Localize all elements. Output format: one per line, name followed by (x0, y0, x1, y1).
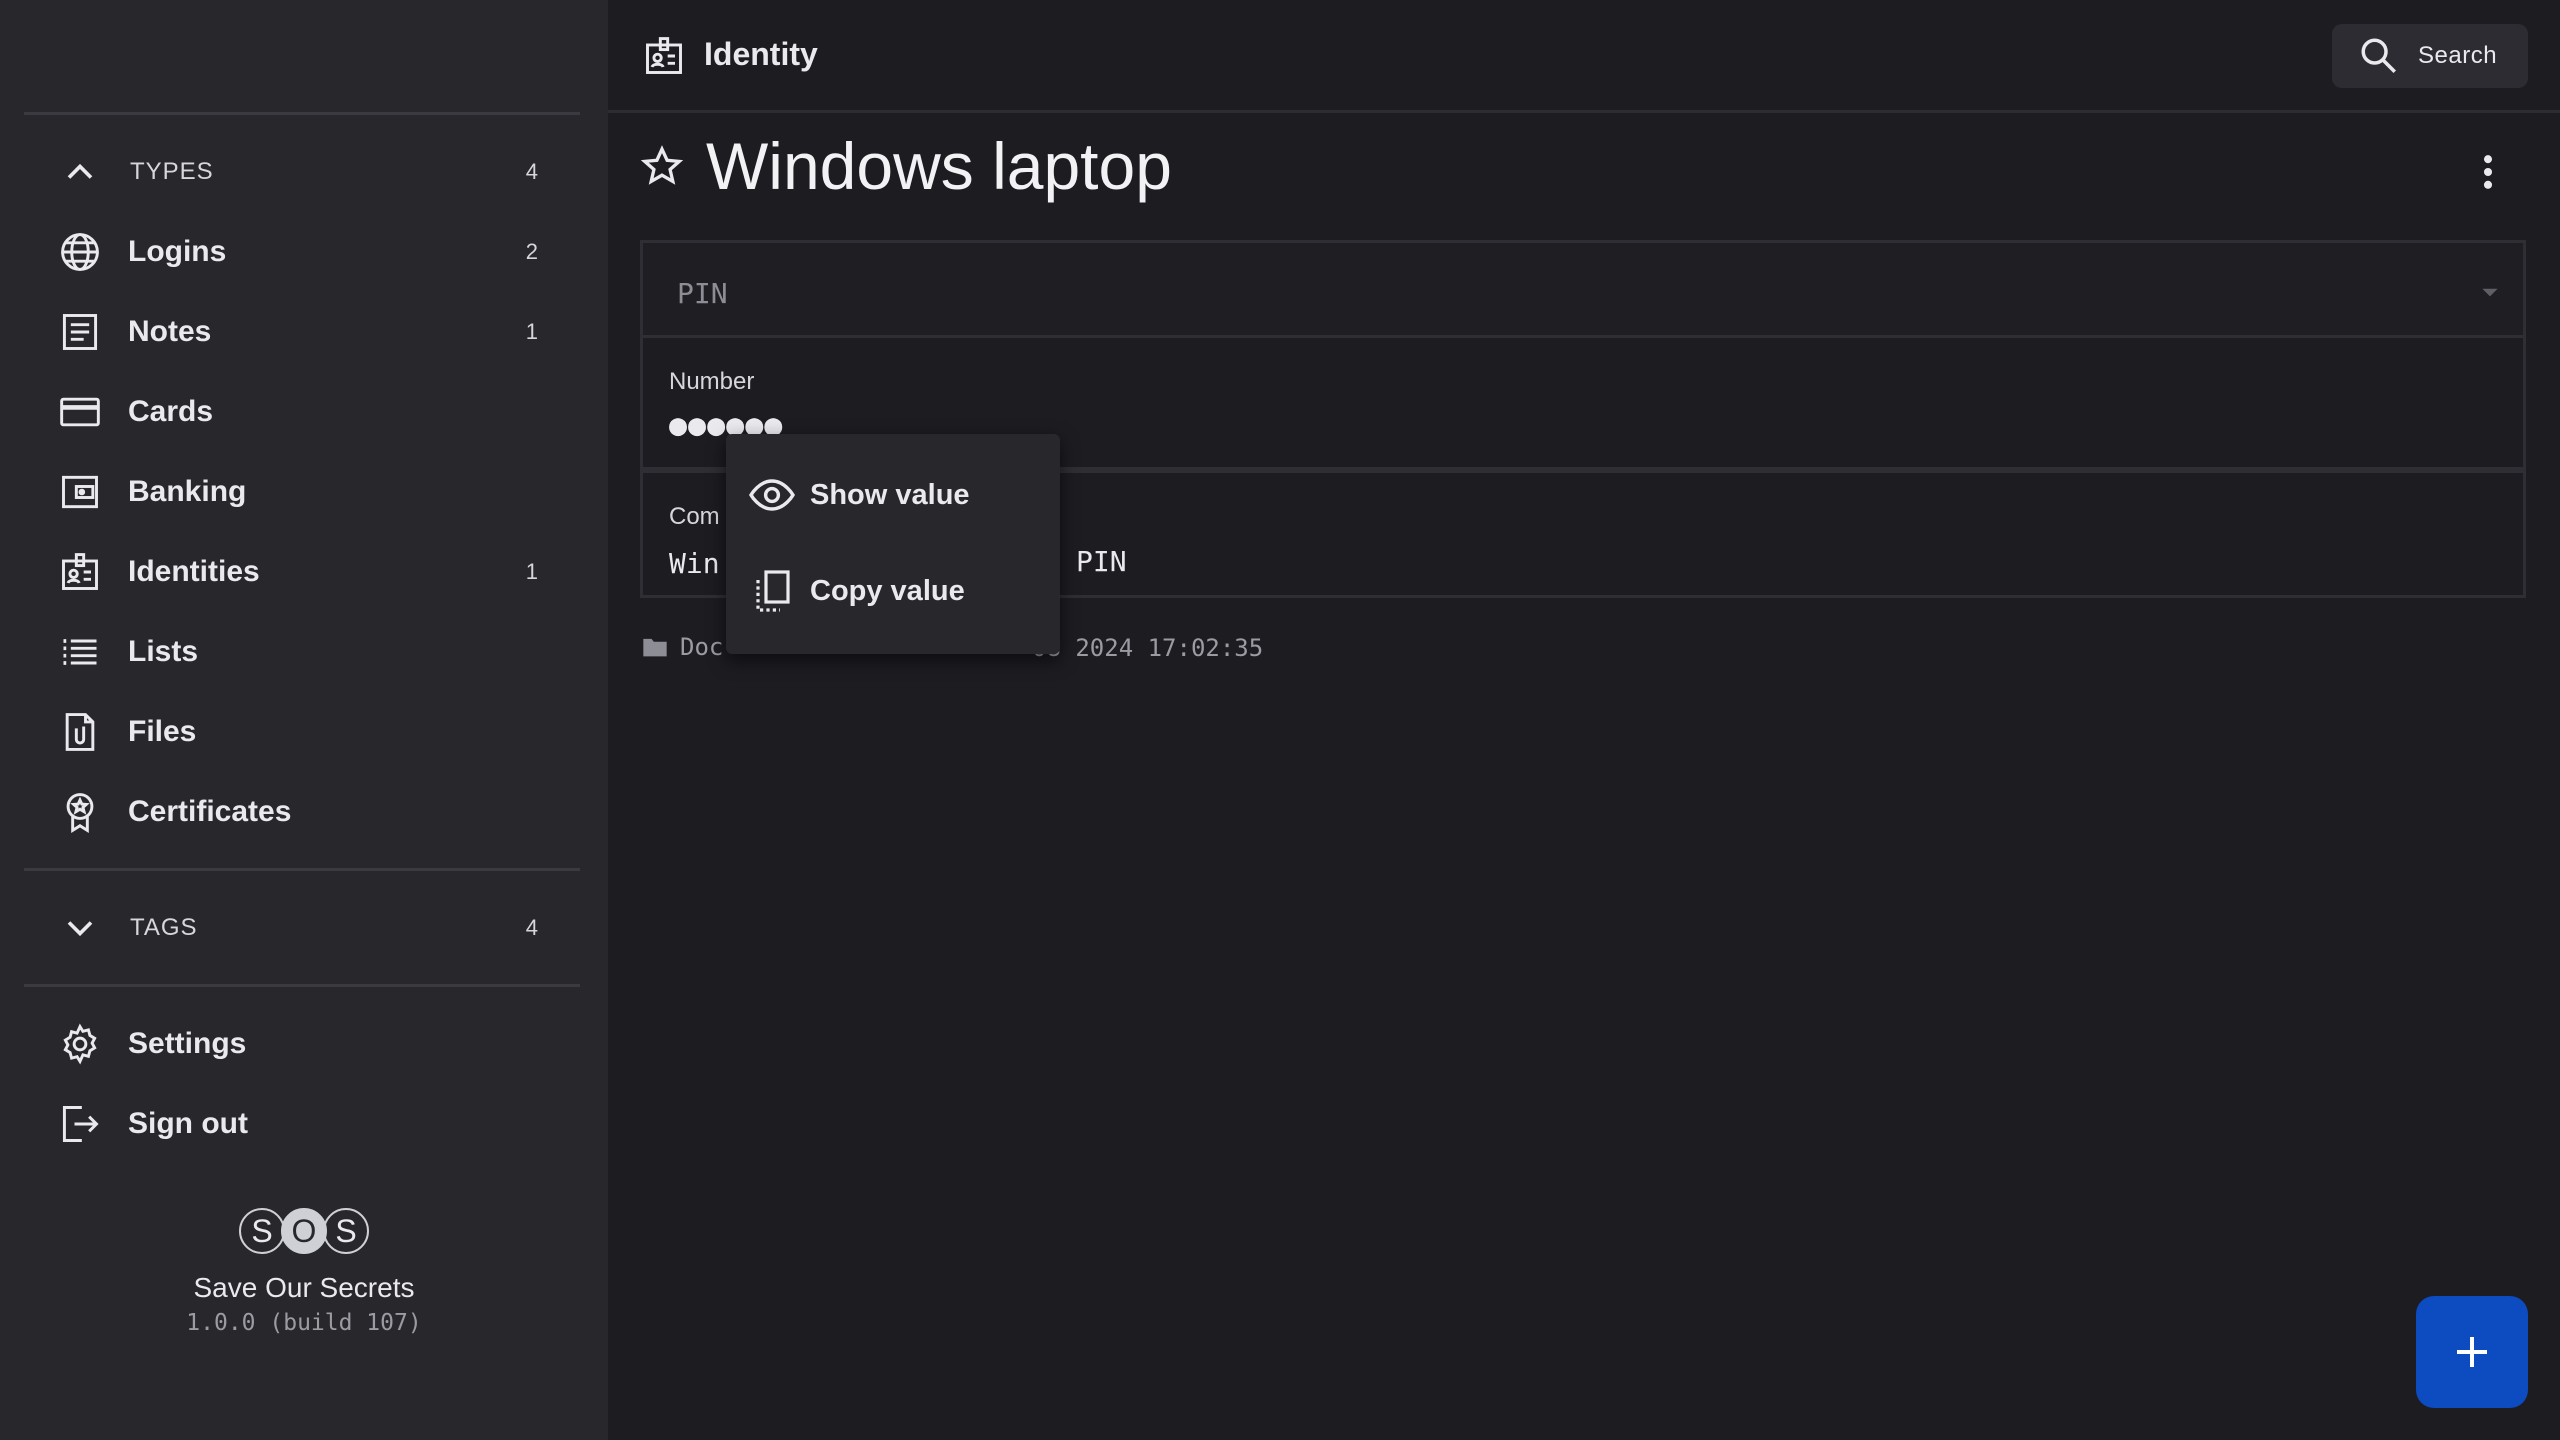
sidebar-divider (24, 112, 580, 115)
comment-field-value-tail: PIN (1076, 545, 1127, 578)
logo-letter: S (239, 1208, 285, 1254)
search-icon (2361, 38, 2396, 73)
sidebar-item-label: Certificates (128, 795, 292, 828)
gear-icon (63, 1023, 97, 1065)
page-title: Identity (704, 36, 818, 72)
folder-name[interactable]: Doc (680, 633, 723, 661)
eye-icon (749, 479, 795, 511)
sidebar-item-label: Lists (128, 635, 199, 668)
identity-kind-value: PIN (677, 277, 728, 310)
tags-section-label: TAGS (130, 914, 198, 941)
sidebar: TYPES 4 Logins 2 Notes 1 Cards Banking I… (0, 0, 608, 1440)
sidebar-item-logins[interactable]: Logins 2 (58, 222, 538, 282)
folder-icon (643, 638, 667, 657)
sidebar-item-lists[interactable]: Lists (58, 622, 538, 682)
types-section-toggle[interactable]: TYPES 4 (58, 148, 538, 196)
wallet-icon (62, 475, 98, 509)
logo-letter: O (281, 1208, 327, 1254)
sidebar-item-label: Banking (128, 475, 247, 508)
app-logo: S O S (0, 1208, 608, 1254)
identity-kind-select[interactable]: PIN (640, 240, 2526, 338)
number-field-label: Number (669, 368, 755, 395)
field-context-menu: Show value Copy value (726, 434, 1060, 654)
sidebar-item-count: 2 (525, 239, 538, 264)
sign-out-icon (62, 1106, 99, 1142)
list-icon (63, 639, 97, 665)
copy-icon (756, 570, 790, 612)
chevron-up-icon (67, 163, 93, 179)
modified-timestamp: 08 2024 17:02:35 (1032, 634, 1264, 662)
dropdown-arrow-icon (2482, 288, 2498, 297)
plus-icon (2457, 1337, 2487, 1367)
sidebar-item-identities[interactable]: Identities 1 (58, 542, 538, 602)
header: Identity Search (608, 0, 2560, 113)
sidebar-item-count: 1 (525, 319, 538, 344)
sidebar-item-label: Logins (128, 235, 227, 268)
sidebar-item-label: Cards (128, 395, 214, 428)
copy-value-label: Copy value (810, 574, 965, 607)
sidebar-item-banking[interactable]: Banking (58, 462, 538, 522)
copy-value-menu-item[interactable]: Copy value (748, 556, 1048, 626)
sidebar-item-count: 1 (525, 559, 538, 584)
record-meta: Doc (640, 630, 723, 664)
note-icon (62, 314, 98, 350)
comment-field-value: Win (669, 547, 720, 580)
certificate-icon (66, 793, 94, 833)
sidebar-item-sign-out[interactable]: Sign out (58, 1094, 538, 1154)
tags-section-count: 4 (525, 915, 538, 940)
add-item-button[interactable] (2416, 1296, 2528, 1408)
sidebar-item-settings[interactable]: Settings (58, 1014, 538, 1074)
comment-field-label: Com (669, 503, 720, 530)
show-value-label: Show value (810, 478, 970, 511)
brand: S O S Save Our Secrets 1.0.0 (build 107) (0, 1208, 608, 1336)
chevron-down-icon (67, 921, 93, 937)
record-title: Windows laptop (706, 129, 1172, 203)
sidebar-item-files[interactable]: Files (58, 702, 538, 762)
file-icon (65, 713, 95, 751)
id-card-icon (646, 37, 682, 74)
id-card-icon (62, 553, 98, 590)
favorite-star-icon[interactable] (640, 144, 684, 188)
sidebar-item-certificates[interactable]: Certificates (58, 782, 538, 842)
sidebar-item-label: Identities (128, 555, 260, 588)
show-value-menu-item[interactable]: Show value (748, 460, 1048, 530)
app-version: 1.0.0 (build 107) (186, 1310, 422, 1336)
sidebar-item-label: Files (128, 715, 197, 748)
sidebar-item-label: Notes (128, 315, 212, 348)
sidebar-item-notes[interactable]: Notes 1 (58, 302, 538, 362)
sidebar-item-label: Settings (128, 1027, 247, 1060)
app-name: Save Our Secrets (193, 1272, 415, 1303)
search-button[interactable]: Search (2332, 24, 2528, 88)
sidebar-item-label: Sign out (128, 1107, 248, 1140)
types-section-label: TYPES (130, 158, 214, 185)
types-section-count: 4 (525, 159, 538, 184)
search-label: Search (2418, 42, 2498, 69)
sidebar-item-cards[interactable]: Cards (58, 382, 538, 442)
more-vert-icon[interactable] (2466, 150, 2510, 194)
globe-icon (61, 233, 99, 271)
tags-section-toggle[interactable]: TAGS 4 (58, 904, 538, 952)
credit-card-icon (60, 397, 100, 427)
sidebar-divider (24, 984, 580, 987)
logo-letter: S (323, 1208, 369, 1254)
sidebar-divider (24, 868, 580, 871)
